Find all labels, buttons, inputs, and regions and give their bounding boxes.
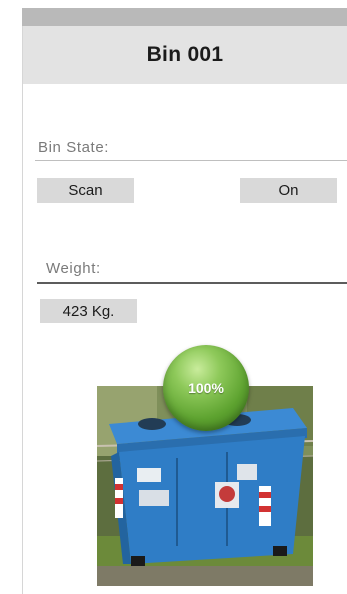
weight-label: Weight: bbox=[46, 260, 101, 277]
weight-divider bbox=[37, 282, 347, 284]
fill-level-badge: 100% bbox=[163, 345, 249, 431]
left-margin bbox=[0, 0, 22, 594]
weight-value: 423 Kg. bbox=[40, 299, 137, 323]
top-strip bbox=[22, 8, 347, 26]
panel-border bbox=[22, 8, 23, 594]
bin-state-divider bbox=[35, 160, 347, 161]
bin-state-label: Bin State: bbox=[38, 139, 110, 156]
scan-button[interactable]: Scan bbox=[37, 178, 134, 203]
header-bar: Bin 001 bbox=[23, 26, 347, 84]
page-title: Bin 001 bbox=[146, 43, 224, 66]
on-button[interactable]: On bbox=[240, 178, 337, 203]
fill-level-text: 100% bbox=[188, 380, 224, 396]
